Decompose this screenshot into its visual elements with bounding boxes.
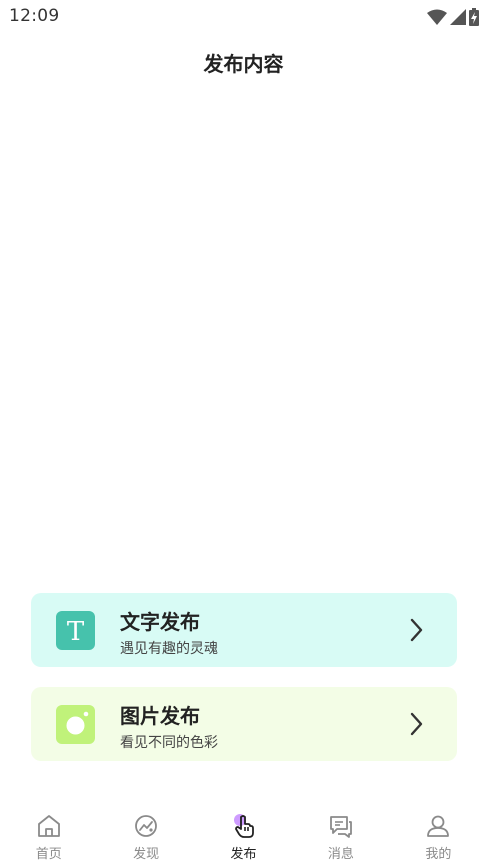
image-publish-card[interactable]: 图片发布 看见不同的色彩 [31,687,457,761]
bottom-nav: 首页 发现 发布 消息 我的 [0,806,487,867]
status-icons [427,7,479,27]
nav-label-publish: 发布 [230,847,257,862]
text-publish-subtitle: 遇见有趣的灵魂 [120,641,218,657]
nav-item-discover[interactable]: 发现 [97,806,194,867]
nav-item-message[interactable]: 消息 [292,806,389,867]
user-icon [424,812,452,840]
camera-icon [56,705,95,744]
text-t-icon: T [56,611,95,650]
nav-item-me[interactable]: 我的 [390,806,487,867]
message-icon [327,812,355,840]
nav-item-publish[interactable]: 发布 [195,806,292,867]
text-publish-title: 文字发布 [120,610,200,634]
image-publish-title: 图片发布 [120,704,200,728]
nav-label-discover: 发现 [133,847,160,862]
discover-icon [132,812,160,840]
text-publish-card[interactable]: T 文字发布 遇见有趣的灵魂 [31,593,457,667]
nav-label-message: 消息 [327,847,354,862]
page-title: 发布内容 [203,52,284,76]
nav-label-me: 我的 [425,847,452,862]
nav-label-home: 首页 [35,847,62,862]
chevron-right-icon [407,711,425,737]
status-time: 12:09 [9,6,60,26]
nav-item-home[interactable]: 首页 [0,806,97,867]
battery-charging-icon [469,8,479,26]
wifi-icon [427,9,447,25]
status-bar: 12:09 [0,0,487,34]
signal-icon [450,9,466,25]
home-icon [35,812,63,840]
text-t-letter: T [67,617,85,647]
publish-screen: 12:09 发布内容 T 文字发布 遇见有趣的灵魂 图片发布 看见不同的色彩 首… [0,0,487,867]
chevron-right-icon [407,617,425,643]
publish-touch-icon [230,812,258,840]
image-publish-subtitle: 看见不同的色彩 [120,735,218,751]
